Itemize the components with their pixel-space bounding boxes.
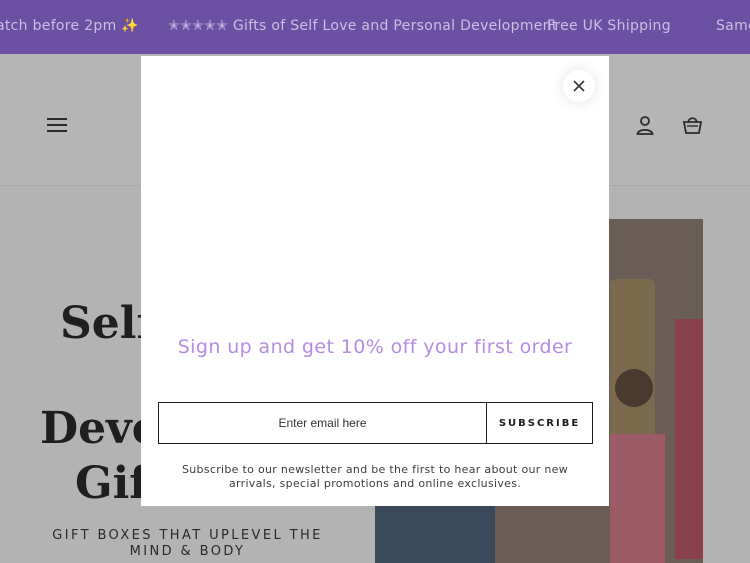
email-field[interactable] bbox=[159, 403, 486, 443]
newsletter-popup: Sign up and get 10% off your first order… bbox=[141, 56, 609, 506]
hamburger-icon[interactable] bbox=[47, 118, 67, 133]
announcement-item: Same bbox=[716, 18, 750, 34]
subscribe-button[interactable]: SUBSCRIBE bbox=[486, 403, 592, 443]
announcement-bar: atch before 2pm ✨ ✭✭✭✭✭ Gifts of Self Lo… bbox=[0, 0, 750, 54]
announcement-item: atch before 2pm ✨ bbox=[0, 18, 140, 34]
popup-note: Subscribe to our newsletter and be the f… bbox=[181, 463, 568, 490]
hero-subtitle: GIFT BOXES THAT UPLEVEL THE MIND & BODY bbox=[52, 528, 323, 559]
announcement-item: Free UK Shipping bbox=[547, 18, 671, 34]
popup-heading: Sign up and get 10% off your first order bbox=[177, 336, 573, 358]
close-icon[interactable] bbox=[573, 80, 585, 92]
bag-icon[interactable] bbox=[682, 115, 703, 139]
hero-title-line: Gif bbox=[75, 458, 149, 509]
close-button[interactable] bbox=[563, 70, 595, 102]
announcement-item: ✭✭✭✭✭ Gifts of Self Love and Personal De… bbox=[168, 18, 558, 34]
account-icon[interactable] bbox=[635, 115, 655, 139]
signup-form: SUBSCRIBE bbox=[158, 402, 593, 444]
